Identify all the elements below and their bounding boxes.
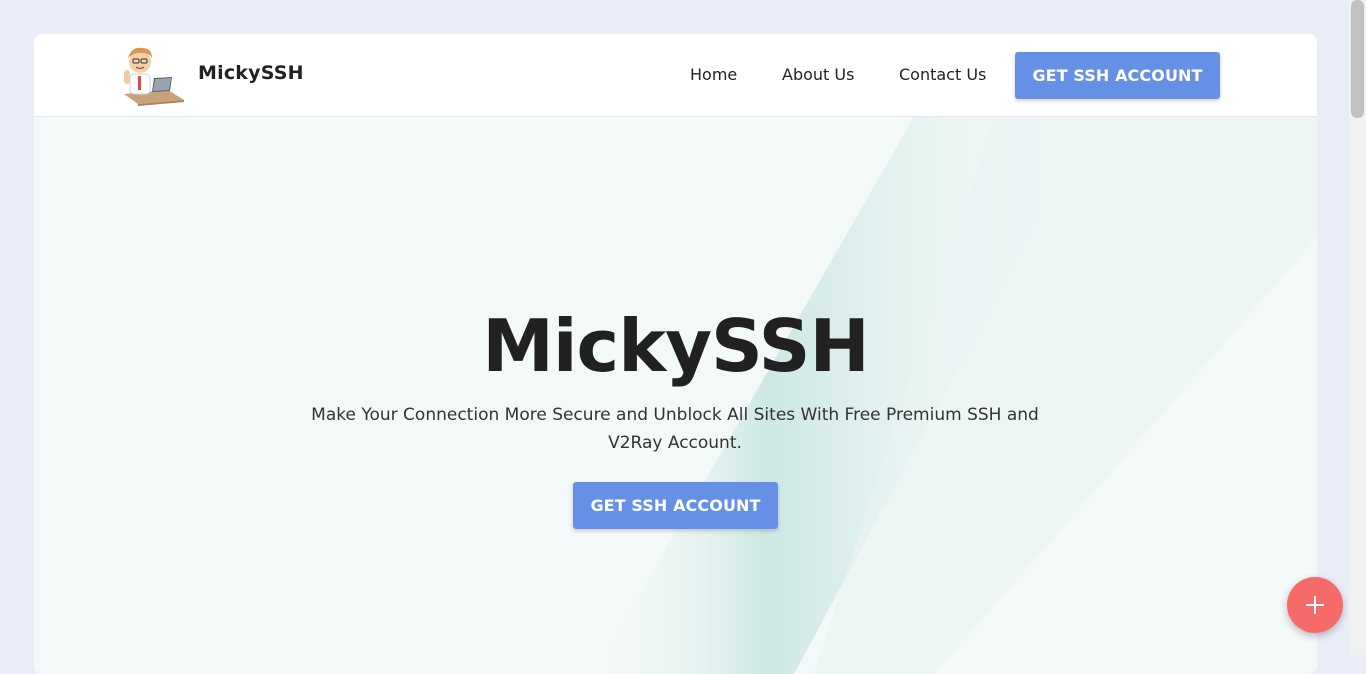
scrollbar-thumb[interactable] xyxy=(1351,0,1364,118)
hero-title: MickySSH xyxy=(482,304,870,388)
hero-section: MickySSH Make Your Connection More Secur… xyxy=(34,117,1317,674)
nav-about-us[interactable]: About Us xyxy=(782,65,854,84)
page-scrollbar[interactable] xyxy=(1349,0,1366,655)
logo-icon[interactable] xyxy=(120,44,186,108)
nav-contact-us[interactable]: Contact Us xyxy=(899,65,986,84)
navbar: MickySSH Home About Us Contact Us GET SS… xyxy=(34,34,1317,117)
page-card: MickySSH Home About Us Contact Us GET SS… xyxy=(34,34,1317,674)
get-ssh-account-hero-button[interactable]: GET SSH ACCOUNT xyxy=(573,482,778,529)
hero-background xyxy=(594,117,1317,674)
plus-icon xyxy=(1306,596,1324,614)
hero-subtitle: Make Your Connection More Secure and Unb… xyxy=(311,405,1039,453)
get-ssh-account-nav-button[interactable]: GET SSH ACCOUNT xyxy=(1015,52,1220,99)
brand-name[interactable]: MickySSH xyxy=(198,62,304,84)
nav-home[interactable]: Home xyxy=(690,65,737,84)
floating-add-button[interactable] xyxy=(1287,577,1343,633)
